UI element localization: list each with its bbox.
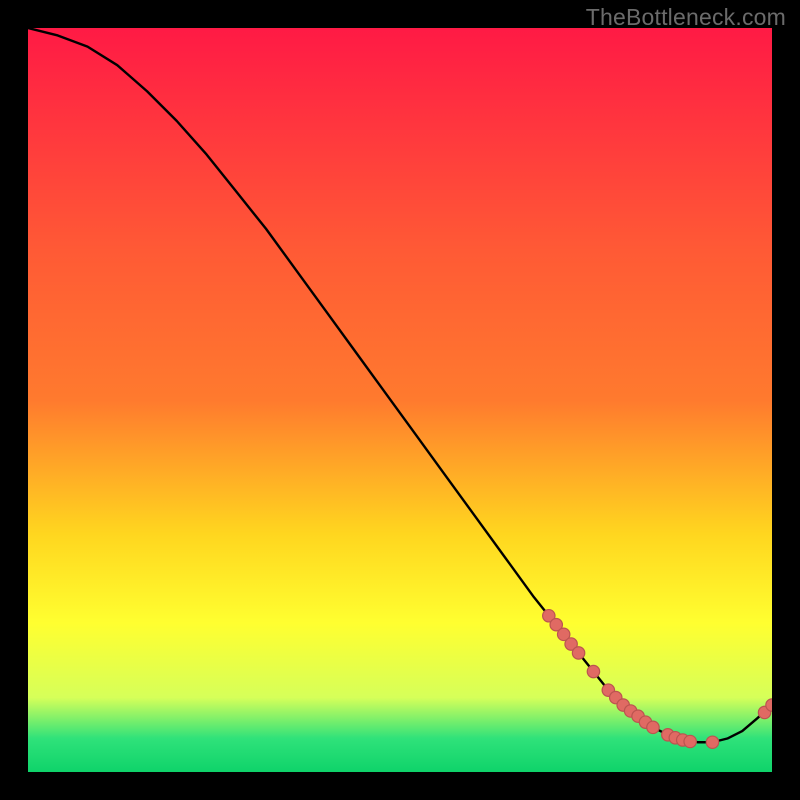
chart-frame: TheBottleneck.com (0, 0, 800, 800)
data-dot (587, 665, 599, 677)
gradient-background (28, 28, 772, 772)
watermark-text: TheBottleneck.com (586, 4, 786, 31)
plot-area (28, 28, 772, 772)
data-dot (647, 721, 659, 733)
data-dot (706, 736, 718, 748)
data-dot (572, 647, 584, 659)
data-dot (684, 735, 696, 747)
chart-svg (28, 28, 772, 772)
